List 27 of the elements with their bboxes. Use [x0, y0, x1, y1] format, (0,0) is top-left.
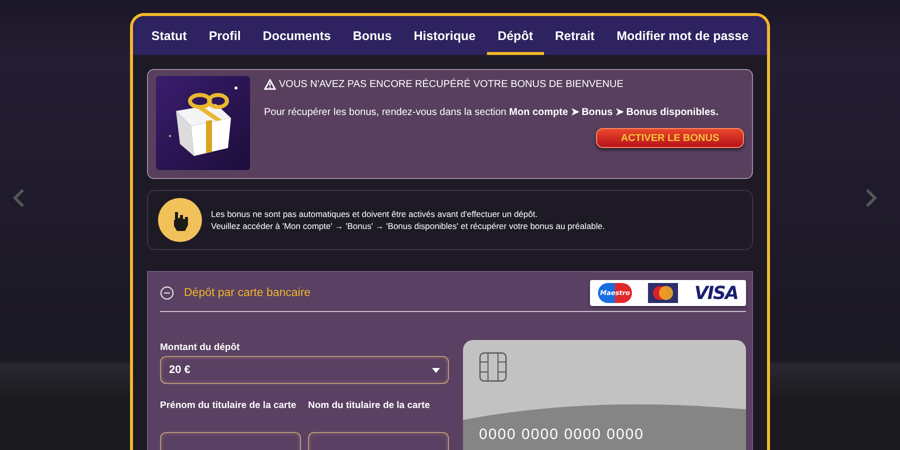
warning-icon: [264, 79, 276, 90]
chevron-left-icon[interactable]: [12, 188, 26, 208]
amount-label: Montant du dépôt: [160, 341, 241, 355]
field-label: Prénom du titulaire de la carte: [160, 399, 298, 413]
mastercard-logo: [648, 283, 678, 303]
tab[interactable]: Documents: [252, 16, 342, 55]
chip-icon: [479, 352, 507, 382]
visa-logo: VISA: [694, 282, 738, 304]
field-label: Nom du titulaire de la carte: [308, 399, 431, 413]
tab[interactable]: Bonus: [342, 16, 403, 55]
deposit-title: Dépôt par carte bancaire: [184, 287, 312, 299]
caret-icon: [432, 368, 440, 372]
chevron-right-icon[interactable]: [864, 188, 878, 208]
tab[interactable]: Retrait: [544, 16, 606, 55]
tab[interactable]: Profil: [198, 16, 252, 55]
bonus-instructions: Pour récupérer les bonus, rendez-vous dans la section Mon compte ➤ Bonus ➤ Bonus disponibles.: [264, 106, 720, 118]
tab[interactable]: Historique: [402, 16, 487, 55]
warning-text: VOUS N'AVEZ PAS ENCORE RÉCUPÉRÉ VOTRE BONUS DE BIENVENUE: [279, 79, 624, 90]
raised-finger-icon: [158, 198, 202, 242]
tab[interactable]: Statut: [140, 16, 198, 55]
notice-text: Les bonus ne sont pas automatiques et doivent être activés avant d'effectuer un dépôt.: [211, 209, 539, 219]
notice-text: Veuillez accéder à 'Mon compte' → 'Bonus' → 'Bonus disponibles' et récupérer votre bonus au préalable.: [211, 221, 605, 231]
amount-select[interactable]: 20 €: [160, 356, 449, 384]
collapse-icon[interactable]: [160, 286, 174, 300]
card-number: 0000 0000 0000 0000: [479, 426, 644, 443]
tab[interactable]: Dépôt: [486, 16, 544, 55]
tab[interactable]: Modifier mot de passe: [606, 16, 760, 55]
